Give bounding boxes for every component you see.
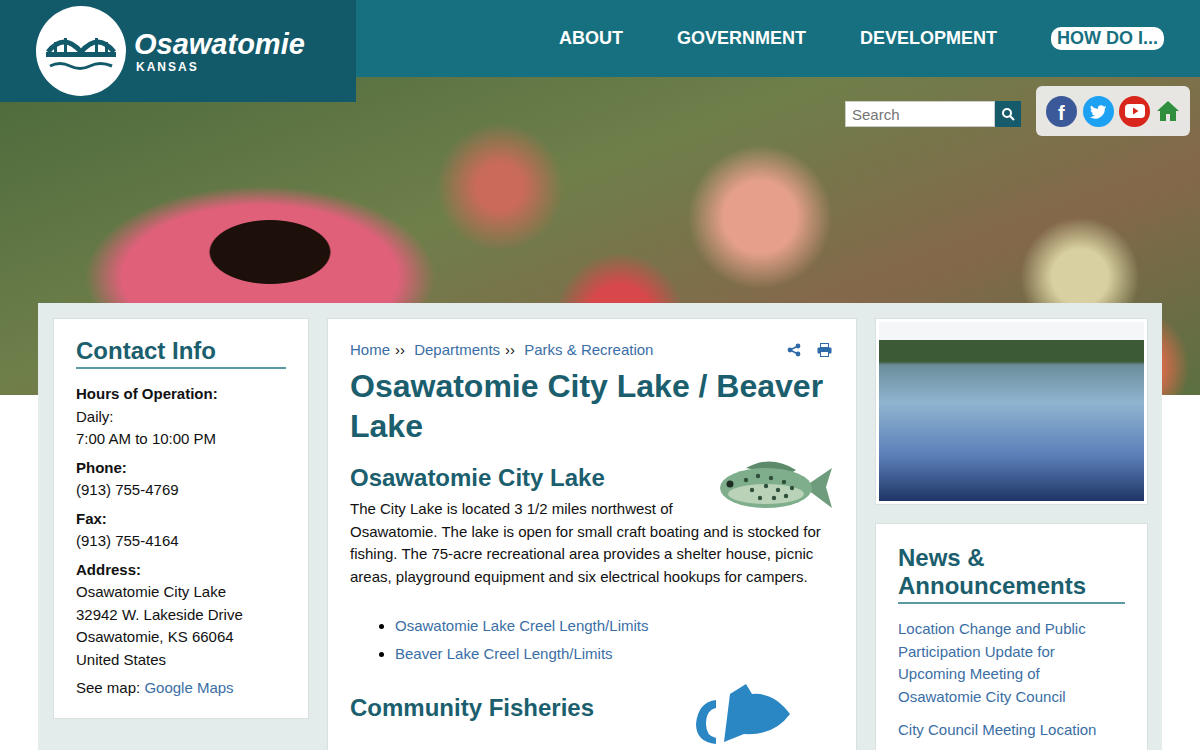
news-title: News & Announcements xyxy=(898,544,1125,604)
breadcrumb-item[interactable]: Home xyxy=(350,341,390,358)
share-icon[interactable] xyxy=(787,343,801,357)
print-icon[interactable] xyxy=(817,343,832,357)
logo[interactable]: Osawatomie KANSAS xyxy=(0,0,356,102)
twitter-icon[interactable] xyxy=(1083,96,1114,127)
nav-item[interactable]: DEVELOPMENT xyxy=(860,28,997,49)
home-icon[interactable] xyxy=(1156,100,1180,122)
creel-links: Osawatomie Lake Creel Length/Limits Beave… xyxy=(350,612,834,668)
bridge-icon xyxy=(36,6,126,96)
news-card: News & Announcements Location Change and… xyxy=(875,523,1148,750)
nav-item[interactable]: ABOUT xyxy=(559,28,623,49)
facebook-icon[interactable]: f xyxy=(1046,96,1077,127)
breadcrumb-item[interactable]: Departments xyxy=(414,341,500,358)
contact-card: Contact Info Hours of Operation: Daily:7… xyxy=(53,318,309,719)
contact-field: Phone: (913) 755-4769 xyxy=(76,457,286,502)
magnifier-icon xyxy=(1001,107,1015,121)
map-row: See map: Google Maps xyxy=(76,677,286,700)
fisheries-logo-icon xyxy=(694,684,794,744)
page-title: Osawatomie City Lake / Beaver Lake xyxy=(350,366,834,446)
contact-field: Fax: (913) 755-4164 xyxy=(76,508,286,553)
news-item[interactable]: City Council Meeting Location xyxy=(898,721,1096,738)
logo-name: Osawatomie xyxy=(134,28,305,60)
search-box xyxy=(845,101,1021,127)
creel-link[interactable]: Beaver Lake Creel Length/Limits xyxy=(395,645,613,662)
fish-icon xyxy=(716,456,834,518)
search-input[interactable] xyxy=(845,101,995,127)
contact-field: Address: Osawatomie City Lake32942 W. La… xyxy=(76,559,286,672)
nav-item[interactable]: HOW DO I... xyxy=(1051,27,1164,50)
section-text: The City Lake is located 3 1/2 miles nor… xyxy=(350,498,834,588)
main-card: Home›› Departments›› Parks & Recreation … xyxy=(327,318,857,750)
contact-field: Hours of Operation: Daily:7:00 AM to 10:… xyxy=(76,383,286,451)
logo-state: KANSAS xyxy=(134,60,305,74)
breadcrumb-item[interactable]: Parks & Recreation xyxy=(524,341,653,358)
news-item[interactable]: Location Change and Public Participation… xyxy=(898,620,1086,705)
contact-title: Contact Info xyxy=(76,337,286,369)
youtube-icon[interactable] xyxy=(1119,96,1150,127)
content-area: Contact Info Hours of Operation: Daily:7… xyxy=(38,303,1162,750)
breadcrumb: Home›› Departments›› Parks & Recreation xyxy=(350,341,653,358)
section-heading: Community Fisheries xyxy=(350,694,594,722)
social-links: f xyxy=(1036,86,1190,136)
creel-link[interactable]: Osawatomie Lake Creel Length/Limits xyxy=(395,617,648,634)
nav-item[interactable]: GOVERNMENT xyxy=(677,28,806,49)
page: Osawatomie KANSAS ABOUT GOVERNMENT DEVELOP… xyxy=(0,0,1200,750)
map-link[interactable]: Google Maps xyxy=(144,679,233,696)
search-button[interactable] xyxy=(995,101,1021,127)
lake-photo xyxy=(875,318,1148,505)
